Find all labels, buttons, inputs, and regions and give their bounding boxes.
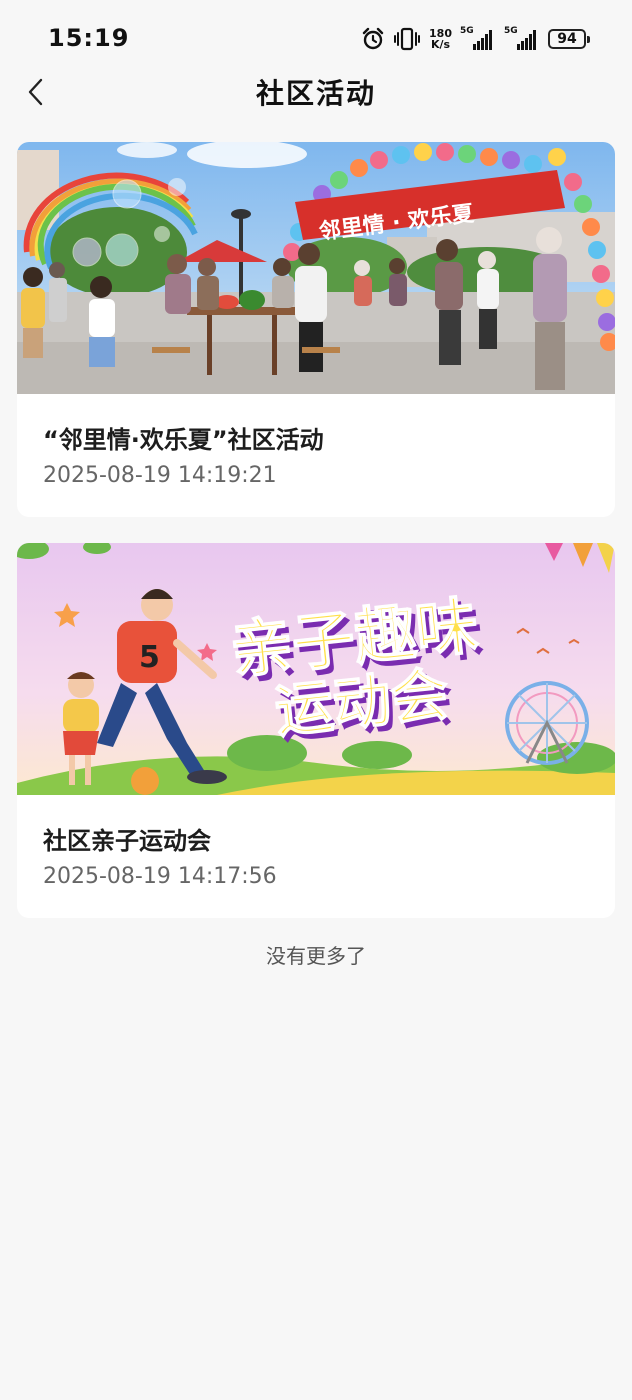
network-speed: 180 K/s (429, 28, 452, 50)
activity-title: 社区亲子运动会 (43, 827, 211, 855)
activity-card[interactable]: 邻里情 · 欢乐夏 “邻里情·欢乐夏”社区活动 2025-08-19 14:19… (17, 142, 615, 517)
signal-strength-2: 5G (504, 26, 540, 50)
activity-cover-image: 邻里情 · 欢乐夏 (17, 142, 615, 394)
status-bar: 15:19 180 K/s 5G 5G 94 (0, 0, 632, 70)
page-title: 社区活动 (255, 77, 376, 110)
activity-card[interactable]: 亲子趣味 亲子趣味 运动会 运动会 5 社区亲子运动会 2025-08-19 1… (17, 543, 615, 918)
navigation-bar: 社区活动 (0, 62, 632, 124)
status-icons: 180 K/s 5G 5G 94 (361, 26, 590, 52)
status-time: 15:19 (48, 24, 130, 52)
activity-date: 2025-08-19 14:19:21 (43, 463, 277, 488)
signal-strength-1: 5G (460, 26, 496, 50)
signal-label-2: 5G (504, 26, 518, 36)
activity-date: 2025-08-19 14:17:56 (43, 864, 277, 889)
no-more-indicator: 没有更多了 (266, 944, 366, 968)
activity-cover-image: 亲子趣味 亲子趣味 运动会 运动会 5 (17, 543, 615, 795)
vibrate-icon (394, 27, 421, 51)
signal-label-1: 5G (460, 26, 474, 36)
activity-title: “邻里情·欢乐夏”社区活动 (43, 426, 324, 454)
battery-level: 94 (557, 31, 577, 47)
alarm-icon (362, 27, 384, 50)
shirt-number: 5 (139, 640, 160, 675)
network-speed-unit: K/s (430, 38, 451, 51)
battery-indicator: 94 (548, 29, 590, 49)
